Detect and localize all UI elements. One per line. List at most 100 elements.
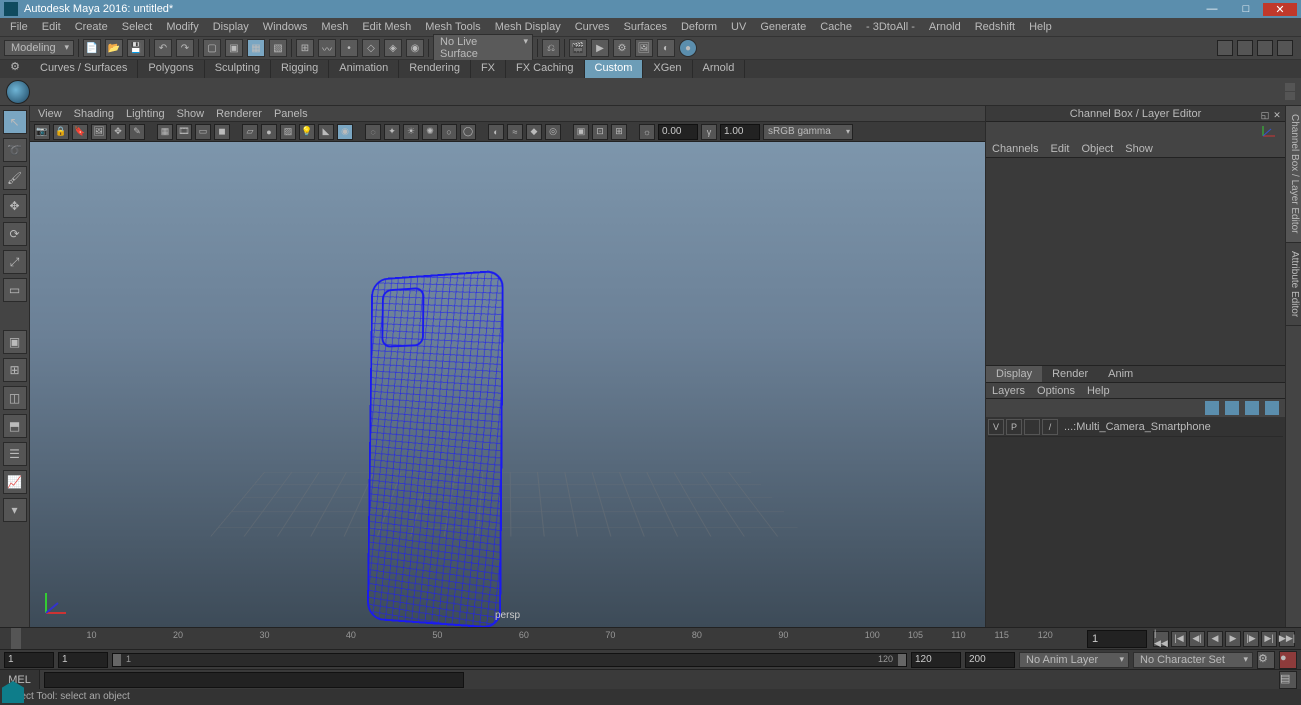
layer-name-label[interactable]: ...:Multi_Camera_Smartphone (1060, 421, 1283, 433)
time-slider[interactable]: 1 10 20 30 40 50 60 70 80 90 100 105 110… (0, 627, 1301, 649)
vp-exposure-icon[interactable]: ☼ (639, 124, 655, 140)
vp-xray-icon[interactable]: ◌ (365, 124, 381, 140)
current-frame-input[interactable] (1087, 630, 1147, 648)
vp-xray-joints-icon[interactable]: ✦ (384, 124, 400, 140)
layer-display-type-toggle[interactable] (1024, 419, 1040, 435)
last-tool[interactable]: ▭ (3, 278, 27, 302)
vp-no-light-icon[interactable]: ◯ (460, 124, 476, 140)
shelf-custom-icon[interactable] (6, 80, 30, 104)
vp-all-lights-icon[interactable]: ✺ (422, 124, 438, 140)
vp-colorspace-dropdown[interactable]: sRGB gamma (763, 124, 853, 140)
shelf-options-icon[interactable]: ⚙ (4, 60, 26, 73)
step-back-key-button[interactable]: |◀ (1171, 631, 1187, 647)
menu-file[interactable]: File (4, 20, 34, 34)
shelf-tab-animation[interactable]: Animation (329, 60, 399, 78)
menu-3dtoall[interactable]: - 3DtoAll - (860, 20, 921, 34)
vpmenu-renderer[interactable]: Renderer (216, 108, 262, 120)
layer-visibility-toggle[interactable]: V (988, 419, 1004, 435)
select-tool[interactable]: ↖ (3, 110, 27, 134)
select-mode-template-button[interactable]: ▧ (269, 39, 287, 57)
range-end-inner-input[interactable] (911, 652, 961, 668)
time-slider-current-frame[interactable] (11, 628, 21, 649)
vpmenu-shading[interactable]: Shading (74, 108, 114, 120)
menu-modify[interactable]: Modify (160, 20, 204, 34)
move-tool[interactable]: ✥ (3, 194, 27, 218)
menu-edit[interactable]: Edit (36, 20, 67, 34)
layout-more-button[interactable]: ▾ (3, 498, 27, 522)
range-end-outer-input[interactable] (965, 652, 1015, 668)
menu-cache[interactable]: Cache (814, 20, 858, 34)
vp-frame-button[interactable]: ⊞ (611, 124, 627, 140)
vp-ssao-icon[interactable]: ◐ (488, 124, 504, 140)
layer-tab-render[interactable]: Render (1042, 366, 1098, 382)
vp-gate-mask-icon[interactable]: ◼ (214, 124, 230, 140)
layer-color-swatch[interactable]: / (1042, 419, 1058, 435)
snap-curve-button[interactable]: 〰 (318, 39, 336, 57)
axis-gizmo-icon[interactable] (42, 589, 70, 617)
vp-aa-icon[interactable]: ◆ (526, 124, 542, 140)
menu-display[interactable]: Display (207, 20, 255, 34)
rotate-tool[interactable]: ⟳ (3, 222, 27, 246)
hypershade-button[interactable]: ◐ (657, 39, 675, 57)
vp-image-plane-icon[interactable]: 🖼 (91, 124, 107, 140)
layer-menu-options[interactable]: Options (1037, 383, 1075, 398)
vp-2d-pan-icon[interactable]: ✥ (110, 124, 126, 140)
viewport-mesh-object[interactable] (367, 270, 504, 627)
layer-playback-toggle[interactable]: P (1006, 419, 1022, 435)
vp-expose-button[interactable]: ⊡ (592, 124, 608, 140)
menu-uv[interactable]: UV (725, 20, 752, 34)
range-handle-left[interactable] (113, 654, 121, 666)
redo-button[interactable]: ↷ (176, 39, 194, 57)
step-forward-key-button[interactable]: ▶| (1261, 631, 1277, 647)
side-tab-channel-box[interactable]: Channel Box / Layer Editor (1286, 106, 1301, 243)
layer-row[interactable]: V P / ...:Multi_Camera_Smartphone (988, 419, 1283, 437)
play-forward-button[interactable]: ▶ (1225, 631, 1241, 647)
menu-edit-mesh[interactable]: Edit Mesh (356, 20, 417, 34)
menu-select[interactable]: Select (116, 20, 159, 34)
layer-new-selected-icon[interactable] (1265, 401, 1279, 415)
menu-help[interactable]: Help (1023, 20, 1058, 34)
layout-button-4[interactable] (1277, 40, 1293, 56)
vpmenu-view[interactable]: View (38, 108, 62, 120)
play-backward-button[interactable]: ◀ (1207, 631, 1223, 647)
render-frame-button[interactable]: 🎬 (569, 39, 587, 57)
layout-button-2[interactable] (1237, 40, 1253, 56)
cbtab-show[interactable]: Show (1125, 140, 1153, 157)
vpmenu-lighting[interactable]: Lighting (126, 108, 165, 120)
vp-gamma-icon[interactable]: γ (701, 124, 717, 140)
construction-history-button[interactable]: ⎌ (542, 39, 560, 57)
shelf-tab-rigging[interactable]: Rigging (271, 60, 329, 78)
vpmenu-show[interactable]: Show (177, 108, 205, 120)
vp-grease-pencil-icon[interactable]: ✎ (129, 124, 145, 140)
layout-two-h-button[interactable]: ⬒ (3, 414, 27, 438)
vp-isolate-select-icon[interactable]: ◉ (337, 124, 353, 140)
panel-undock-icon[interactable]: ◱ (1259, 107, 1271, 119)
minimize-button[interactable]: — (1195, 3, 1229, 15)
snap-live-button[interactable]: ◉ (406, 39, 424, 57)
paint-select-tool[interactable]: 🖌 (3, 166, 27, 190)
cbtab-channels[interactable]: Channels (992, 140, 1038, 157)
ipr-render-button[interactable]: ▶ (591, 39, 609, 57)
workspace-mode-dropdown[interactable]: Modeling (4, 40, 74, 56)
layout-single-button[interactable]: ▣ (3, 330, 27, 354)
range-start-inner-input[interactable] (58, 652, 108, 668)
step-forward-button[interactable]: |▶ (1243, 631, 1259, 647)
close-button[interactable]: ✕ (1263, 3, 1297, 16)
layout-graph-button[interactable]: 📈 (3, 470, 27, 494)
shelf-tab-polygons[interactable]: Polygons (138, 60, 204, 78)
range-slider[interactable]: 1 120 (112, 653, 907, 667)
snap-grid-button[interactable]: ⊞ (296, 39, 314, 57)
shelf-tab-rendering[interactable]: Rendering (399, 60, 471, 78)
menu-redshift[interactable]: Redshift (969, 20, 1021, 34)
layer-menu-layers[interactable]: Layers (992, 383, 1025, 398)
range-start-outer-input[interactable] (4, 652, 54, 668)
select-mode-hierarchy-button[interactable]: ▦ (247, 39, 265, 57)
shelf-scroll-down-icon[interactable] (1285, 92, 1295, 100)
vp-grid-icon[interactable]: ▦ (157, 124, 173, 140)
vp-film-gate-icon[interactable]: 🎞 (176, 124, 192, 140)
shelf-tab-sculpting[interactable]: Sculpting (205, 60, 271, 78)
layout-button-3[interactable] (1257, 40, 1273, 56)
new-scene-button[interactable]: 📄 (83, 39, 101, 57)
vp-wireframe-icon[interactable]: ▱ (242, 124, 258, 140)
layout-four-button[interactable]: ⊞ (3, 358, 27, 382)
